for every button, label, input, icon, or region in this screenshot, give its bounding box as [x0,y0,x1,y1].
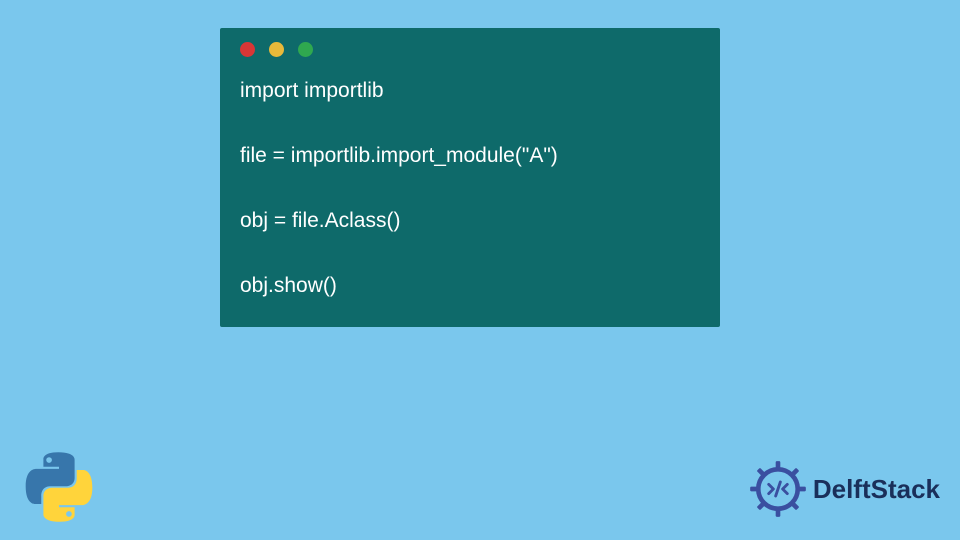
delftstack-logo: DelftStack [749,460,940,518]
code-window: import importlib file = importlib.import… [220,28,720,327]
minimize-icon [269,42,284,57]
brand-name: DelftStack [813,474,940,505]
python-logo-icon [20,448,98,526]
window-controls [240,42,700,57]
maximize-icon [298,42,313,57]
gear-icon [749,460,807,518]
code-content: import importlib file = importlib.import… [240,75,700,303]
close-icon [240,42,255,57]
